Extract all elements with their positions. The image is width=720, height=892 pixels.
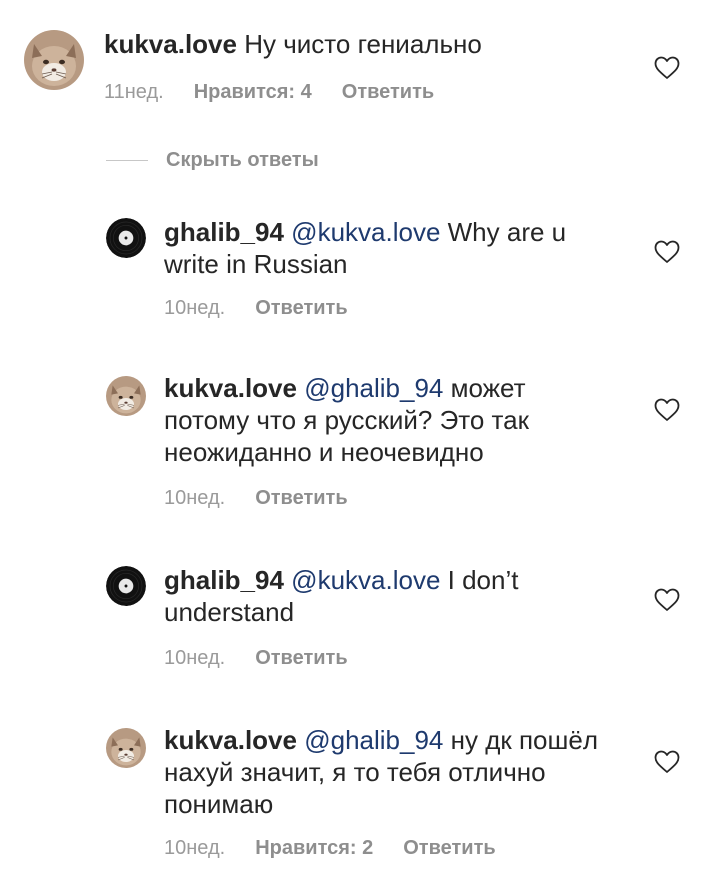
avatar[interactable] [106, 218, 146, 258]
heart-outline-icon[interactable] [654, 588, 680, 612]
heart-outline-icon[interactable] [654, 750, 680, 774]
comment-meta: 11нед. Нравится: 4 Ответить [104, 80, 434, 104]
divider-line [106, 160, 148, 162]
avatar[interactable] [106, 376, 146, 416]
comment-mention[interactable]: @kukva.love [291, 565, 440, 595]
comment-timestamp: 10нед. [164, 647, 226, 669]
hide-replies-label: Скрыть ответы [166, 149, 319, 171]
comment-mention[interactable]: @ghalib_94 [304, 725, 443, 755]
comment-text: ghalib_94 @kukva.love I don’t understand [164, 564, 604, 628]
comment-likes-count[interactable]: Нравится: 2 [255, 837, 373, 859]
comment-username[interactable]: ghalib_94 [164, 217, 284, 247]
cat-avatar-image [106, 728, 146, 768]
avatar[interactable] [106, 728, 146, 768]
comment-meta: 10нед. Ответить [164, 296, 348, 320]
vinyl-record-avatar-image [106, 218, 146, 258]
comment-username[interactable]: kukva.love [164, 373, 297, 403]
heart-outline-icon[interactable] [654, 398, 680, 422]
cat-avatar-image [24, 30, 84, 90]
heart-outline-icon[interactable] [654, 240, 680, 264]
comment-username[interactable]: ghalib_94 [164, 565, 284, 595]
comment-mention[interactable]: @ghalib_94 [304, 373, 443, 403]
comment-text: kukva.love Ну чисто гениально [104, 28, 624, 60]
reply-button[interactable]: Ответить [342, 81, 434, 103]
avatar[interactable] [106, 566, 146, 606]
comment-timestamp: 10нед. [164, 297, 226, 319]
comment-text: ghalib_94 @kukva.love Why are u write in… [164, 216, 604, 280]
avatar[interactable] [24, 30, 84, 90]
vinyl-record-avatar-image [106, 566, 146, 606]
comment-text: kukva.love @ghalib_94 ну дк пошёл нахуй … [164, 724, 604, 820]
comment-likes-count[interactable]: Нравится: 4 [194, 81, 312, 103]
reply-button[interactable]: Ответить [255, 297, 347, 319]
comment-username[interactable]: kukva.love [164, 725, 297, 755]
reply-button[interactable]: Ответить [255, 487, 347, 509]
comment-timestamp: 10нед. [164, 837, 226, 859]
hide-replies-button[interactable]: Скрыть ответы [106, 148, 319, 172]
heart-outline-icon[interactable] [654, 56, 680, 80]
comment-meta: 10нед. Ответить [164, 646, 348, 670]
comment-timestamp: 11нед. [104, 81, 164, 103]
reply-button[interactable]: Ответить [255, 647, 347, 669]
comment-meta: 10нед. Ответить [164, 486, 348, 510]
cat-avatar-image [106, 376, 146, 416]
comment-message: Ну чисто гениально [236, 29, 482, 59]
comment-timestamp: 10нед. [164, 487, 226, 509]
comment-username[interactable]: kukva.love [104, 29, 237, 59]
comment-text: kukva.love @ghalib_94 может потому что я… [164, 372, 604, 468]
reply-button[interactable]: Ответить [403, 837, 495, 859]
comment-meta: 10нед. Нравится: 2 Ответить [164, 836, 496, 860]
comment-mention[interactable]: @kukva.love [291, 217, 440, 247]
